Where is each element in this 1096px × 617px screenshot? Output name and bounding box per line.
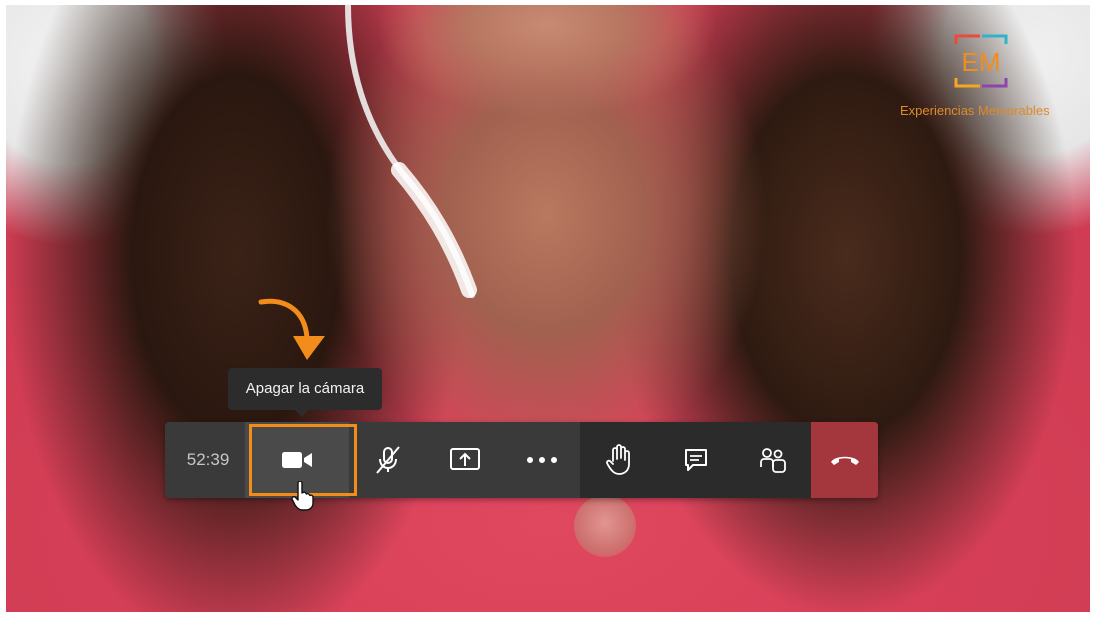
brand-name: Experiencias Memorables	[900, 103, 1050, 118]
microphone-button[interactable]	[349, 422, 426, 498]
share-screen-icon	[449, 448, 480, 470]
camera-button[interactable]	[245, 422, 350, 498]
primary-controls	[245, 422, 580, 498]
secondary-controls	[580, 422, 812, 498]
share-screen-button[interactable]	[426, 422, 503, 498]
chat-icon	[684, 449, 707, 471]
participant-video	[6, 5, 1090, 612]
video-feed	[6, 5, 1090, 612]
call-timer: 52:39	[186, 450, 230, 469]
more-options-button[interactable]	[503, 422, 580, 498]
participants-button[interactable]	[734, 422, 811, 498]
chat-button[interactable]	[657, 422, 734, 498]
video-camera-icon	[282, 452, 313, 468]
more-options-icon	[526, 457, 557, 463]
participants-icon	[759, 448, 786, 473]
logo-initials: EM	[962, 47, 1001, 77]
hang-up-icon	[830, 456, 859, 465]
call-controls-toolbar: 52:39	[165, 422, 878, 498]
annotation-arrow	[258, 298, 325, 360]
earphone-cable	[345, 5, 477, 298]
brand-logo: EM	[954, 34, 1008, 88]
pendant	[574, 495, 636, 557]
raise-hand-button[interactable]	[580, 422, 657, 498]
microphone-muted-icon	[375, 446, 400, 474]
hang-up-button[interactable]	[811, 422, 878, 498]
raise-hand-icon	[605, 444, 630, 475]
camera-tooltip: Apagar la cámara	[228, 368, 382, 417]
